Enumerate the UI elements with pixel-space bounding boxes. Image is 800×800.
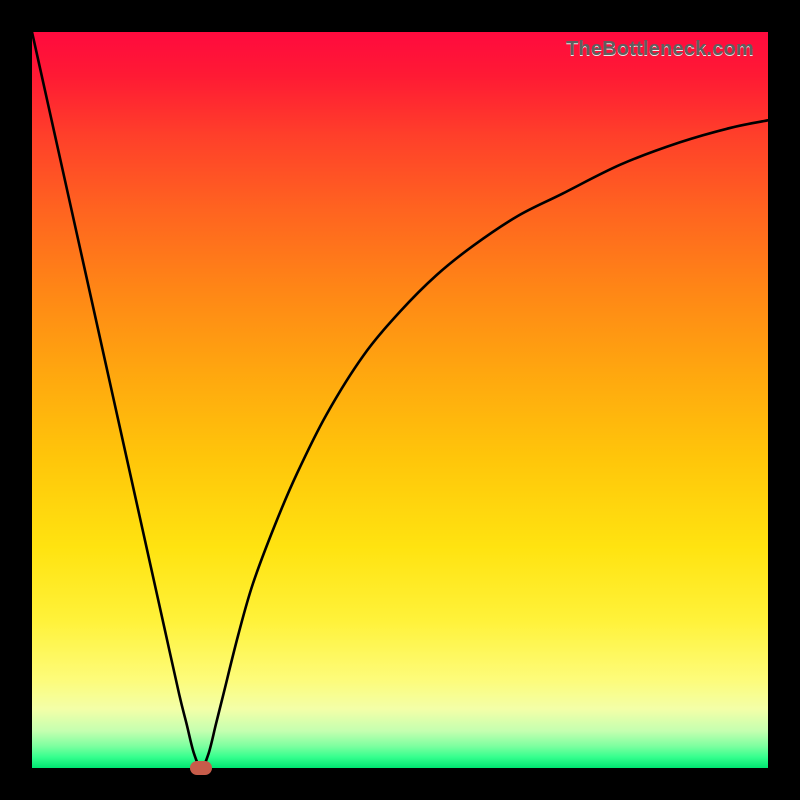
minimum-marker — [190, 761, 212, 775]
plot-area: TheBottleneck.com — [32, 32, 768, 768]
chart-frame: TheBottleneck.com — [0, 0, 800, 800]
curve-svg — [32, 32, 768, 768]
bottleneck-curve — [32, 32, 768, 768]
